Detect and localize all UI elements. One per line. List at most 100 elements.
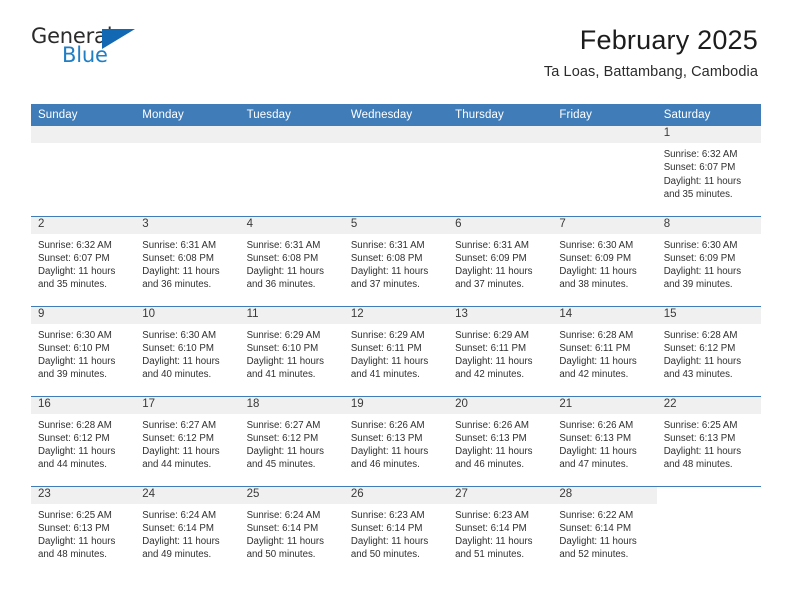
sunrise-text: Sunrise: 6:28 AM [559,329,634,341]
calendar-day-cell[interactable]: 6 Sunrise: 6:31 AM Sunset: 6:09 PM Daylight… [448,215,553,306]
calendar-day-cell[interactable]: 24 Sunrise: 6:24 AM Sunset: 6:14 PM Dayligh… [135,485,240,576]
calendar-day-cell[interactable]: 17 Sunrise: 6:27 AM Sunset: 6:12 PM Dayligh… [135,395,240,486]
day-number: 4 [239,216,344,234]
day-number: 18 [239,396,344,414]
daylight-text: Daylight: 11 hours and 44 minutes. [38,446,116,471]
calendar-week-row: 9 Sunrise: 6:30 AM Sunset: 6:10 PM Daylight… [31,305,761,396]
calendar-day-cell[interactable]: 5 Sunrise: 6:31 AM Sunset: 6:08 PM Daylight… [343,215,449,306]
sunrise-text: Sunrise: 6:22 AM [559,509,634,521]
general-blue-logo[interactable]: General Blue [31,26,139,72]
calendar-day-cell[interactable]: 25 Sunrise: 6:24 AM Sunset: 6:14 PM Dayligh… [239,485,344,576]
calendar-day-cell[interactable]: 2 Sunrise: 6:32 AM Sunset: 6:07 PM Daylight… [31,215,136,306]
daylight-text: Daylight: 11 hours and 41 minutes. [350,356,429,381]
calendar-day-cell[interactable]: 3 Sunrise: 6:31 AM Sunset: 6:08 PM Daylight… [135,215,240,306]
day-number: 24 [135,486,240,504]
day-number: 21 [552,396,657,414]
day-number: 25 [239,486,344,504]
sunrise-text: Sunrise: 6:25 AM [663,419,738,431]
title-block: February 2025 Ta Loas, Battambang, Cambo… [544,25,758,81]
daylight-text: Daylight: 11 hours and 35 minutes. [663,175,742,200]
day-number: 11 [239,306,344,324]
day-details: Sunrise: 6:24 AM Sunset: 6:14 PM Daylight:… [135,504,239,562]
daylight-text: Daylight: 11 hours and 49 minutes. [142,536,220,561]
daylight-text: Daylight: 11 hours and 52 minutes. [559,536,637,561]
sunset-text: Sunset: 6:10 PM [142,342,214,354]
weekday-header: Sunday Monday Tuesday Wednesday Thursday… [31,104,761,126]
daylight-text: Daylight: 11 hours and 46 minutes. [350,446,429,471]
calendar-day-cell[interactable]: 26 Sunrise: 6:23 AM Sunset: 6:14 PM Dayligh… [343,485,449,576]
weekday-thursday: Thursday [448,104,553,126]
day-number [656,486,761,504]
calendar-day-cell-empty [343,126,449,216]
day-number: 6 [448,216,553,234]
calendar-day-cell[interactable]: 19 Sunrise: 6:26 AM Sunset: 6:13 PM Dayligh… [343,395,449,486]
calendar-day-cell[interactable]: 4 Sunrise: 6:31 AM Sunset: 6:08 PM Daylight… [239,215,344,306]
day-details: Sunrise: 6:28 AM Sunset: 6:12 PM Daylight:… [31,414,135,472]
calendar-day-cell[interactable]: 12 Sunrise: 6:29 AM Sunset: 6:11 PM Dayligh… [343,305,449,396]
day-number: 7 [552,216,657,234]
day-details: Sunrise: 6:26 AM Sunset: 6:13 PM Daylight:… [448,414,552,472]
calendar-day-cell[interactable]: 9 Sunrise: 6:30 AM Sunset: 6:10 PM Daylight… [31,305,136,396]
sunset-text: Sunset: 6:08 PM [246,252,319,264]
calendar-day-cell[interactable]: 14 Sunrise: 6:28 AM Sunset: 6:11 PM Dayligh… [552,305,657,396]
daylight-text: Daylight: 11 hours and 46 minutes. [455,446,533,471]
sunset-text: Sunset: 6:12 PM [142,432,214,444]
sunset-text: Sunset: 6:14 PM [142,522,214,534]
calendar-day-cell[interactable]: 13 Sunrise: 6:29 AM Sunset: 6:11 PM Dayligh… [448,305,553,396]
sunrise-text: Sunrise: 6:24 AM [246,509,321,521]
sunrise-text: Sunrise: 6:27 AM [142,419,217,431]
calendar-day-cell[interactable]: 11 Sunrise: 6:29 AM Sunset: 6:10 PM Dayligh… [239,305,344,396]
calendar-day-cell[interactable]: 23 Sunrise: 6:25 AM Sunset: 6:13 PM Dayligh… [31,485,136,576]
day-details: Sunrise: 6:30 AM Sunset: 6:10 PM Daylight:… [31,324,135,382]
day-details: Sunrise: 6:24 AM Sunset: 6:14 PM Daylight:… [240,504,344,562]
daylight-text: Daylight: 11 hours and 50 minutes. [350,536,429,561]
weekday-monday: Monday [135,104,240,126]
daylight-text: Daylight: 11 hours and 51 minutes. [455,536,533,561]
calendar-day-cell[interactable]: 8 Sunrise: 6:30 AM Sunset: 6:09 PM Daylight… [656,215,761,306]
calendar-day-cell[interactable]: 18 Sunrise: 6:27 AM Sunset: 6:12 PM Dayligh… [239,395,344,486]
sunset-text: Sunset: 6:13 PM [350,432,423,444]
sunrise-text: Sunrise: 6:30 AM [38,329,112,341]
sunrise-text: Sunrise: 6:30 AM [663,239,738,251]
calendar-day-cell-empty [239,126,344,216]
daylight-text: Daylight: 11 hours and 48 minutes. [38,536,116,561]
calendar-day-cell-empty [135,126,240,216]
calendar-day-cell[interactable]: 22 Sunrise: 6:25 AM Sunset: 6:13 PM Dayligh… [656,395,761,486]
day-number: 3 [135,216,240,234]
calendar-day-cell[interactable]: 27 Sunrise: 6:23 AM Sunset: 6:14 PM Dayligh… [448,485,553,576]
day-number: 5 [343,216,449,234]
page-title: February 2025 [579,25,758,55]
sunrise-text: Sunrise: 6:30 AM [559,239,634,251]
calendar-day-cell-empty [656,485,761,576]
day-details: Sunrise: 6:31 AM Sunset: 6:08 PM Daylight:… [135,234,239,292]
sunset-text: Sunset: 6:14 PM [455,522,527,534]
calendar-day-cell[interactable]: 10 Sunrise: 6:30 AM Sunset: 6:10 PM Dayligh… [135,305,240,396]
day-details: Sunrise: 6:31 AM Sunset: 6:08 PM Daylight:… [240,234,344,292]
calendar-body: 1 Sunrise: 6:32 AM Sunset: 6:07 PM Daylight… [31,126,761,576]
sunrise-text: Sunrise: 6:31 AM [350,239,425,251]
day-details: Sunrise: 6:29 AM Sunset: 6:11 PM Daylight:… [344,324,448,382]
day-number: 2 [31,216,136,234]
sunrise-text: Sunrise: 6:25 AM [38,509,112,521]
calendar-day-cell[interactable]: 28 Sunrise: 6:22 AM Sunset: 6:14 PM Dayligh… [552,485,657,576]
calendar-day-cell[interactable]: 20 Sunrise: 6:26 AM Sunset: 6:13 PM Dayligh… [448,395,553,486]
day-number: 1 [656,126,761,143]
daylight-text: Daylight: 11 hours and 38 minutes. [559,266,637,291]
calendar-day-cell[interactable]: 15 Sunrise: 6:28 AM Sunset: 6:12 PM Dayligh… [656,305,761,396]
daylight-text: Daylight: 11 hours and 36 minutes. [246,266,324,291]
daylight-text: Daylight: 11 hours and 47 minutes. [559,446,637,471]
day-number: 19 [343,396,449,414]
day-details: Sunrise: 6:32 AM Sunset: 6:07 PM Daylight:… [31,234,135,292]
calendar-day-cell-empty [448,126,553,216]
day-details: Sunrise: 6:25 AM Sunset: 6:13 PM Daylight:… [657,414,761,472]
calendar-day-cell[interactable]: 16 Sunrise: 6:28 AM Sunset: 6:12 PM Dayligh… [31,395,136,486]
calendar-day-cell[interactable]: 1 Sunrise: 6:32 AM Sunset: 6:07 PM Daylight… [656,126,761,216]
day-number [31,126,136,143]
day-details: Sunrise: 6:27 AM Sunset: 6:12 PM Daylight:… [240,414,344,472]
weekday-saturday: Saturday [656,104,761,126]
calendar-day-cell[interactable]: 7 Sunrise: 6:30 AM Sunset: 6:09 PM Daylight… [552,215,657,306]
day-number [448,126,553,143]
sunrise-text: Sunrise: 6:29 AM [350,329,425,341]
calendar-day-cell[interactable]: 21 Sunrise: 6:26 AM Sunset: 6:13 PM Dayligh… [552,395,657,486]
sunset-text: Sunset: 6:14 PM [350,522,423,534]
